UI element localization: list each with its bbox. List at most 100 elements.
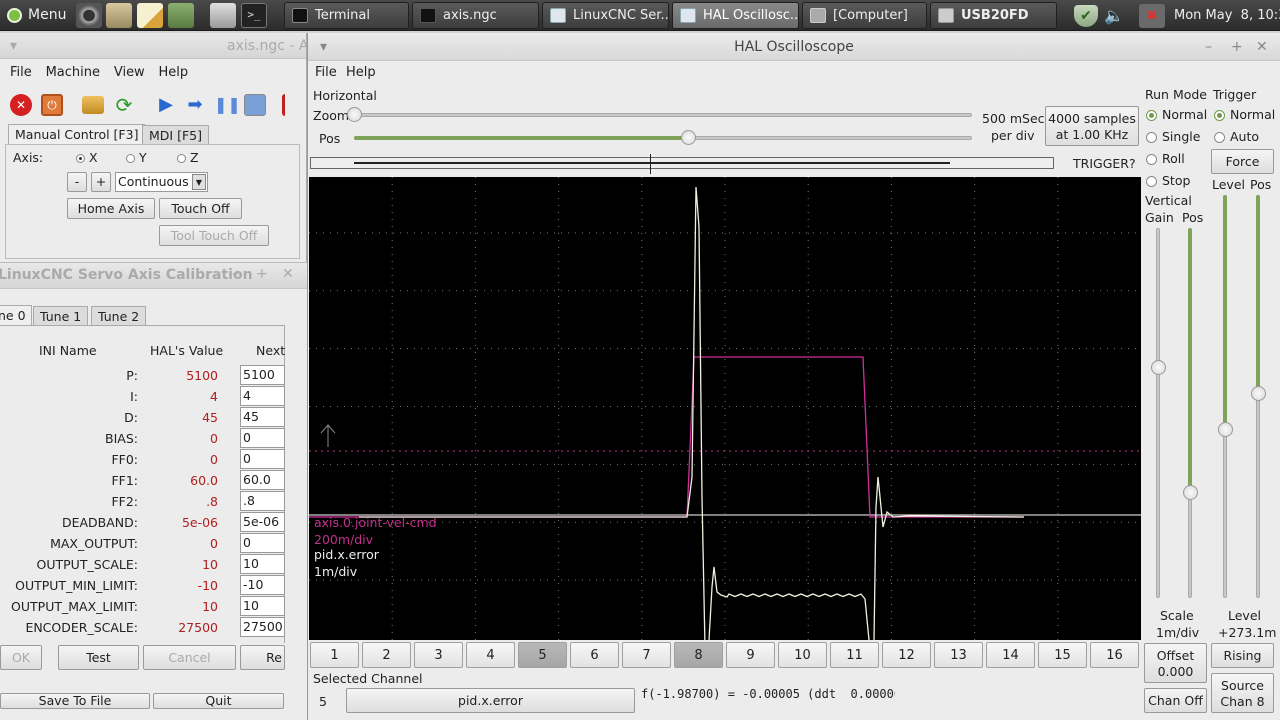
close-icon[interactable]: ✕: [282, 266, 294, 282]
channel-button-12[interactable]: 12: [882, 642, 931, 668]
axis-z-radio[interactable]: Z: [177, 150, 199, 165]
text-editor-launcher-icon[interactable]: [137, 3, 163, 28]
task-computer[interactable]: [Computer]: [802, 2, 927, 29]
zoom-slider-knob[interactable]: [347, 107, 362, 122]
trigger-normal-radio[interactable]: Normal: [1214, 107, 1275, 122]
zoom-slider[interactable]: [354, 113, 972, 117]
trigger-pos-knob[interactable]: [1251, 386, 1266, 401]
tab-tune-0[interactable]: ne 0: [0, 305, 32, 326]
jog-minus-button[interactable]: -: [67, 172, 87, 192]
estop-icon[interactable]: ✕: [10, 94, 32, 116]
next-value-input[interactable]: 4: [240, 386, 285, 406]
channel-button-4[interactable]: 4: [466, 642, 515, 668]
run-mode-single-radio[interactable]: Single: [1146, 129, 1200, 144]
axis-titlebar[interactable]: ▾ axis.ngc - AX: [0, 33, 318, 59]
next-value-input[interactable]: 0: [240, 533, 285, 553]
offset-button[interactable]: Offset 0.000: [1144, 643, 1207, 683]
menu-help[interactable]: Help: [159, 65, 189, 80]
menu-file[interactable]: File: [10, 65, 32, 80]
channel-button-5[interactable]: 5: [518, 642, 567, 668]
volume-icon[interactable]: 🔈: [1104, 6, 1130, 26]
task-linuxcnc-servo[interactable]: LinuxCNC Ser...: [542, 2, 669, 29]
next-value-input[interactable]: 0: [240, 449, 285, 469]
axis-y-radio[interactable]: Y: [126, 150, 147, 165]
minimize-icon[interactable]: –: [232, 266, 239, 282]
task-axis[interactable]: axis.ngc: [412, 2, 539, 29]
scope-titlebar[interactable]: ▾ HAL Oscilloscope – + ✕: [308, 33, 1280, 61]
trigger-level-knob[interactable]: [1218, 422, 1233, 437]
next-value-input[interactable]: 5100: [240, 365, 285, 385]
scope-menu-help[interactable]: Help: [346, 65, 376, 80]
channel-button-11[interactable]: 11: [830, 642, 879, 668]
next-value-input[interactable]: 60.0: [240, 470, 285, 490]
run-mode-normal-radio[interactable]: Normal: [1146, 107, 1207, 122]
task-terminal[interactable]: Terminal: [284, 2, 409, 29]
run-mode-stop-radio[interactable]: Stop: [1146, 173, 1190, 188]
tab-tune-1[interactable]: Tune 1: [33, 306, 89, 326]
run-mode-roll-radio[interactable]: Roll: [1146, 151, 1185, 166]
channel-button-10[interactable]: 10: [778, 642, 827, 668]
touch-off-button[interactable]: Touch Off: [159, 198, 242, 219]
jog-plus-button[interactable]: +: [91, 172, 111, 192]
tab-tune-2[interactable]: Tune 2: [91, 306, 147, 326]
acquire-setup-button[interactable]: 4000 samples at 1.00 KHz: [1045, 106, 1139, 146]
tool-touch-off-button[interactable]: Tool Touch Off: [159, 225, 269, 246]
next-value-input[interactable]: .8: [240, 491, 285, 511]
terminal-launcher-icon[interactable]: >_: [241, 3, 267, 28]
next-value-input[interactable]: 10: [240, 596, 285, 616]
tab-mdi[interactable]: MDI [F5]: [142, 125, 209, 145]
channel-button-9[interactable]: 9: [726, 642, 775, 668]
scope-display[interactable]: axis.0.joint-vel-cmd 200m/div pid.x.erro…: [309, 177, 1141, 640]
camera-launcher-icon[interactable]: [76, 3, 102, 28]
run-icon[interactable]: ▶: [155, 94, 177, 116]
next-value-input[interactable]: 5e-06: [240, 512, 285, 532]
menu-view[interactable]: View: [114, 65, 145, 80]
menu-machine[interactable]: Machine: [46, 65, 100, 80]
rising-button[interactable]: Rising: [1211, 643, 1274, 668]
files-launcher-icon[interactable]: [210, 3, 236, 28]
scope-menu-file[interactable]: File: [315, 65, 337, 80]
pause-icon[interactable]: ❚❚: [214, 94, 241, 116]
channel-button-16[interactable]: 16: [1090, 642, 1139, 668]
pos-slider-knob[interactable]: [680, 130, 696, 145]
channel-button-3[interactable]: 3: [414, 642, 463, 668]
gimp-launcher-icon[interactable]: [106, 3, 132, 28]
stop-icon[interactable]: [244, 94, 266, 116]
task-usb20fd[interactable]: USB20FD: [930, 2, 1057, 29]
vertical-pos-knob[interactable]: [1183, 485, 1198, 500]
next-value-input[interactable]: 45: [240, 407, 285, 427]
save-to-file-button[interactable]: Save To File: [0, 693, 150, 709]
channel-button-2[interactable]: 2: [362, 642, 411, 668]
test-button[interactable]: Test: [58, 645, 139, 670]
power-icon[interactable]: ⏻: [41, 94, 63, 116]
chan-off-button[interactable]: Chan Off: [1144, 688, 1207, 713]
block-delete-icon[interactable]: [282, 94, 300, 116]
step-icon[interactable]: ➡: [184, 94, 206, 116]
next-value-input[interactable]: 10: [240, 554, 285, 574]
ok-button[interactable]: OK: [0, 645, 42, 670]
home-axis-button[interactable]: Home Axis: [67, 198, 155, 219]
axis-x-radio[interactable]: X: [76, 150, 98, 165]
desktop-launcher-icon[interactable]: [168, 3, 194, 28]
revert-button[interactable]: Re: [240, 645, 285, 670]
channel-button-14[interactable]: 14: [986, 642, 1035, 668]
updates-shield-icon[interactable]: ✔: [1074, 5, 1098, 27]
force-trigger-button[interactable]: Force: [1211, 149, 1274, 174]
jog-mode-select[interactable]: Continuous ▼: [115, 172, 208, 192]
gain-slider[interactable]: [1156, 228, 1160, 598]
quit-button[interactable]: Quit: [153, 693, 284, 709]
selected-channel-name-button[interactable]: pid.x.error: [346, 688, 635, 713]
cancel-button[interactable]: Cancel: [143, 645, 236, 670]
channel-button-6[interactable]: 6: [570, 642, 619, 668]
trigger-auto-radio[interactable]: Auto: [1214, 129, 1259, 144]
channel-button-1[interactable]: 1: [310, 642, 359, 668]
channel-button-13[interactable]: 13: [934, 642, 983, 668]
calibration-titlebar[interactable]: LinuxCNC Servo Axis Calibration – + ✕: [0, 263, 307, 289]
window-menu-icon[interactable]: ▾: [320, 33, 327, 61]
tab-manual-control[interactable]: Manual Control [F3]: [8, 124, 146, 144]
maximize-icon[interactable]: +: [1231, 33, 1243, 61]
menu-button[interactable]: Menu: [2, 2, 70, 29]
next-value-input[interactable]: -10: [240, 575, 285, 595]
maximize-icon[interactable]: +: [256, 266, 268, 282]
channel-button-8[interactable]: 8: [674, 642, 723, 668]
